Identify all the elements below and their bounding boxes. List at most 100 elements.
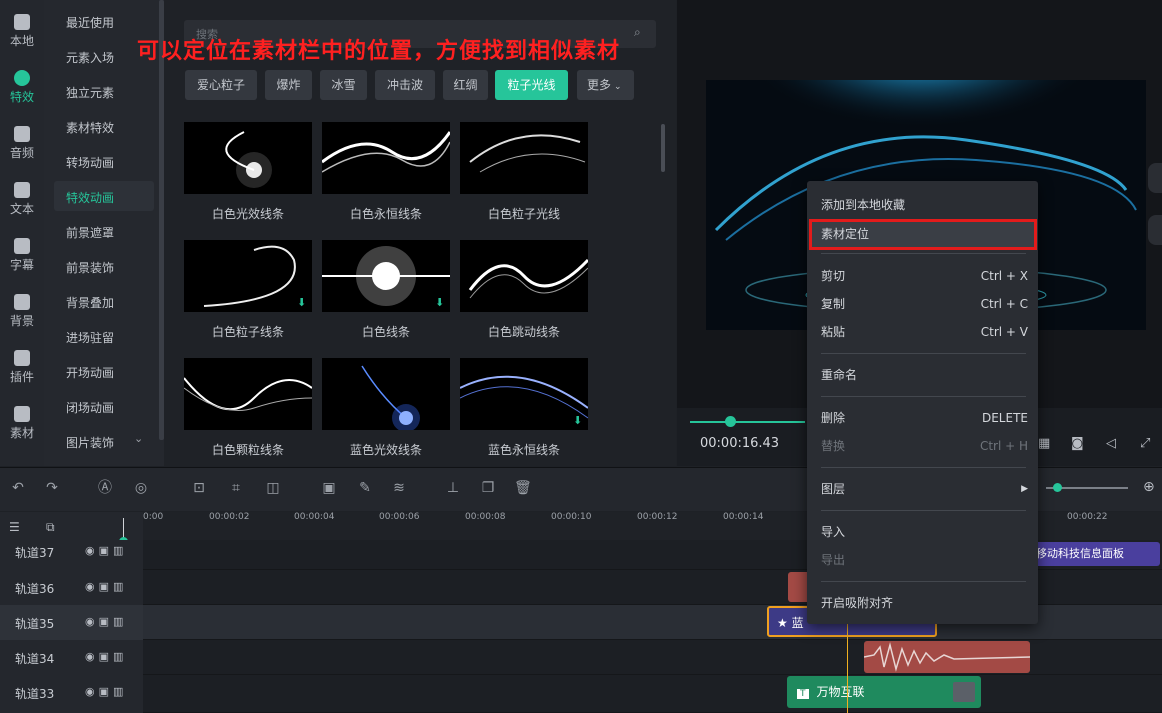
split-icon[interactable]: ⊡ [191,480,207,496]
menu-item-export[interactable]: 导出 [807,548,1038,572]
clip-edit-icon[interactable] [953,682,975,702]
fullscreen-icon[interactable]: ⤢ [1140,436,1150,451]
download-icon[interactable]: ⬇ [573,415,585,427]
category-item[interactable]: 背景叠加 [66,294,114,311]
filter-tag[interactable]: 冲击波 [375,70,435,100]
category-item[interactable]: 进场驻留 [66,329,114,346]
category-item[interactable]: 元素入场 [66,49,114,66]
download-icon[interactable]: ⬇ [297,297,309,309]
category-item[interactable]: 开场动画 [66,364,114,381]
track-controls-icon[interactable]: ◉▣▥ [85,580,127,593]
text-clip[interactable]: 移动科技信息面板 [1030,542,1160,566]
zoom-in-icon[interactable]: ⊕ [1143,479,1155,495]
track-controls-icon[interactable]: ◉▣▥ [85,544,127,557]
filter-more-button[interactable]: 更多 ⌄ [577,70,634,100]
rail-tab-material[interactable]: 素材 [0,402,44,458]
track-controls-icon[interactable]: ◉▣▥ [85,650,127,663]
grid-icon[interactable]: ▦ [1038,436,1050,451]
menu-item-locate-asset[interactable]: 素材定位 [807,222,1038,246]
menu-item-label: 素材定位 [821,227,870,241]
category-item[interactable]: 图片装饰 [66,434,114,451]
filter-tag[interactable]: 爱心粒子 [185,70,257,100]
side-handle[interactable] [1148,163,1162,193]
asset-thumbnail[interactable]: ⬇ [184,240,312,312]
menu-divider [821,467,1026,468]
filter-tag[interactable]: 爆炸 [265,70,312,100]
menu-item-snap-align[interactable]: 开启吸附对齐 [807,591,1038,615]
category-item-active[interactable]: 特效动画 [66,189,114,206]
mirror-icon[interactable]: ◫ [265,480,281,496]
undo-icon[interactable]: ↶ [10,480,26,496]
menu-item-copy[interactable]: 复制 Ctrl + C [807,292,1038,316]
rail-tab-plugin[interactable]: 插件 [0,346,44,402]
target-icon[interactable]: ◎ [133,480,149,496]
menu-item-paste[interactable]: 粘贴 Ctrl + V [807,320,1038,344]
preview-progress[interactable] [690,421,805,423]
rail-tab-caption[interactable]: 字幕 [0,234,44,290]
filter-tag[interactable]: 红绸 [443,70,488,100]
category-item[interactable]: 前景遮罩 [66,224,114,241]
filter-tag[interactable]: 冰雪 [320,70,367,100]
category-item[interactable]: 独立元素 [66,84,114,101]
menu-item-layer[interactable]: 图层 ▶ [807,477,1038,501]
category-item[interactable]: 转场动画 [66,154,114,171]
asset-scrollbar[interactable] [661,124,665,172]
track-controls-icon[interactable]: ◉▣▥ [85,615,127,628]
asset-label: 蓝色光效线条 [349,443,422,457]
camera-icon[interactable]: ◙ [1071,436,1084,451]
add-track-icon[interactable]: ⧉ [46,520,55,535]
rail-tab-effects[interactable]: 特效 [0,66,44,122]
rail-tab-local[interactable]: 本地 [0,10,44,66]
category-item[interactable]: 素材特效 [66,119,114,136]
download-icon[interactable]: ⬇ [435,297,447,309]
asset-thumbnail[interactable] [460,122,588,194]
asset-thumbnail[interactable] [460,240,588,312]
menu-item-label: 剪切 [821,269,846,283]
track-controls-icon[interactable]: ◉▣▥ [85,685,127,698]
menu-item-replace[interactable]: 替换 Ctrl + H [807,434,1038,458]
track-settings-icon[interactable]: ☰ [9,520,20,534]
layers-icon[interactable]: ≋ [391,480,407,496]
auto-icon[interactable]: Ⓐ [97,480,113,496]
asset-thumbnail[interactable] [322,358,450,430]
crop-icon[interactable]: ⌗ [228,480,244,496]
filter-tag-active[interactable]: 粒子光线 [495,70,568,100]
audio-clip[interactable] [864,641,1030,673]
asset-thumbnail[interactable] [184,122,312,194]
category-item[interactable]: 前景装饰 [66,259,114,276]
menu-item-cut[interactable]: 剪切 Ctrl + X [807,264,1038,288]
search-icon[interactable]: ⌕ [634,25,641,40]
title-clip[interactable]: T 万物互联 [787,676,981,708]
asset-thumbnail[interactable]: ⬇ [322,240,450,312]
rail-tab-background[interactable]: 背景 [0,290,44,346]
rail-tab-audio[interactable]: 音频 [0,122,44,178]
category-item[interactable]: 闭场动画 [66,399,114,416]
side-handle[interactable] [1148,215,1162,245]
asset-thumbnail[interactable] [184,358,312,430]
left-rail: 本地 特效 音频 文本 字幕 背景 插件 素材 [0,0,44,466]
asset-thumbnail[interactable]: ⬇ [460,358,588,430]
rail-tab-label: 背景 [9,314,34,328]
menu-item-import[interactable]: 导入 [807,520,1038,544]
trash-icon[interactable]: 🗑 [514,480,532,496]
timeline-header: ☰ ⧉ [0,512,143,540]
zoom-slider-knob[interactable] [1053,483,1062,492]
pen-icon[interactable]: ✎ [357,480,373,496]
menu-item-shortcut: Ctrl + C [980,297,1028,311]
volume-icon[interactable]: ◁ [1106,436,1116,451]
menu-item-delete[interactable]: 删除 DELETE [807,406,1038,430]
menu-item-label: 替换 [821,439,846,453]
preview-progress-knob[interactable] [725,416,736,427]
menu-item-add-favorite[interactable]: 添加到本地收藏 [807,193,1038,217]
rail-tab-text[interactable]: 文本 [0,178,44,234]
asset-thumbnail[interactable] [322,122,450,194]
chevron-down-icon[interactable]: ⌄ [134,432,143,445]
ruler-tick: 00:00:02 [209,512,250,522]
asset-label: 白色跳动线条 [487,325,560,339]
stamp-icon[interactable]: ⊥ [445,480,461,496]
copy-icon[interactable]: ❐ [480,480,496,496]
redo-icon[interactable]: ↷ [44,480,60,496]
category-item[interactable]: 最近使用 [66,14,114,31]
menu-item-rename[interactable]: 重命名 [807,363,1038,387]
image-edit-icon[interactable]: ▣ [321,480,337,496]
